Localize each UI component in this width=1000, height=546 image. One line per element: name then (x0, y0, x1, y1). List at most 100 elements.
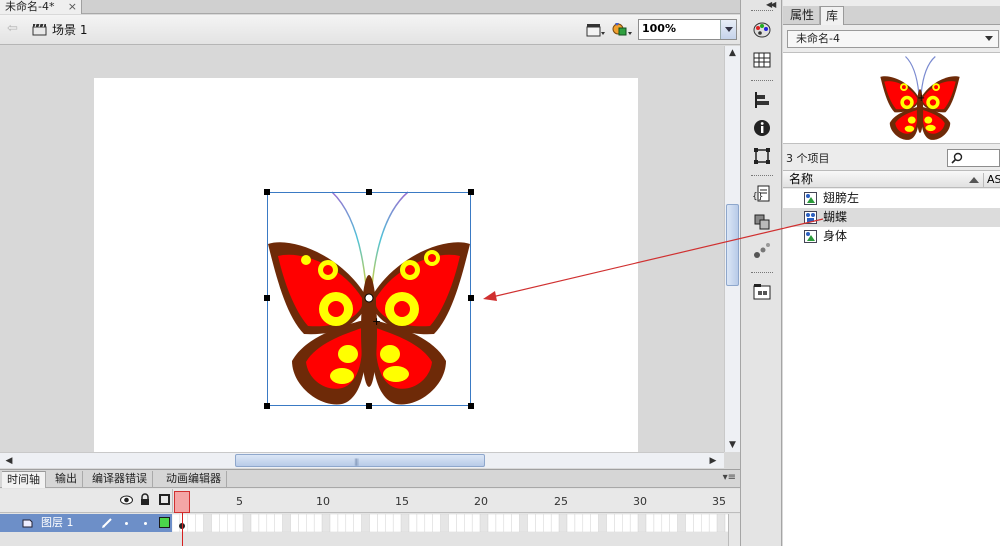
scroll-thumb[interactable]: ||| (235, 454, 485, 467)
column-as-linkage[interactable]: AS (983, 173, 1000, 187)
tab-timeline[interactable]: 时间轴 (2, 471, 46, 488)
collapse-panels-icon[interactable]: ◀◀ (766, 0, 776, 9)
lock-dot[interactable] (144, 522, 147, 525)
frame-cell[interactable] (203, 514, 212, 532)
eye-icon[interactable] (120, 494, 133, 506)
frame-cell[interactable] (337, 514, 347, 532)
frame-cell[interactable] (519, 514, 528, 532)
layer-outline-color[interactable] (159, 517, 170, 528)
scene-label[interactable]: 场景 1 (52, 23, 87, 37)
frame-cell[interactable] (345, 514, 354, 532)
selection-bounding-box[interactable] (264, 189, 474, 409)
back-arrow-icon[interactable]: ⇦ (7, 22, 21, 35)
transform-handle[interactable] (468, 189, 474, 195)
frame-track[interactable] (172, 514, 728, 532)
stage-vertical-scrollbar[interactable]: ▲ ▼ (724, 46, 740, 452)
scroll-down-icon[interactable]: ▼ (725, 438, 740, 452)
frame-cell[interactable] (637, 514, 647, 532)
frame-cell[interactable] (266, 514, 275, 532)
swatches-grid-icon[interactable] (752, 50, 772, 70)
panel-grip[interactable] (751, 272, 773, 275)
frame-cell[interactable] (693, 514, 702, 532)
frame-cell[interactable] (495, 514, 505, 532)
frame-cell[interactable] (598, 514, 607, 532)
frame-cell[interactable] (313, 514, 323, 532)
frame-cell[interactable] (701, 514, 710, 532)
frame-cell[interactable] (329, 514, 339, 532)
playhead[interactable] (174, 491, 190, 513)
close-tab-icon[interactable]: × (68, 0, 77, 13)
tab-properties[interactable]: 属性 (785, 6, 821, 25)
scroll-left-icon[interactable]: ◀ (2, 454, 16, 468)
frame-cell[interactable] (527, 514, 536, 532)
frame-cell[interactable] (440, 514, 449, 532)
frame-cell[interactable] (590, 514, 599, 532)
frame-cell[interactable] (708, 514, 718, 532)
frame-cell[interactable] (487, 514, 497, 532)
chevron-down-icon[interactable] (985, 36, 993, 41)
transform-handle[interactable] (468, 295, 474, 301)
frame-cell[interactable] (400, 514, 410, 532)
frame-cell[interactable] (677, 514, 686, 532)
frame-cell[interactable] (353, 514, 362, 532)
frame-cell[interactable] (361, 514, 370, 532)
info-icon[interactable] (752, 118, 772, 138)
frame-cell[interactable] (298, 514, 307, 532)
frame-cell[interactable] (432, 514, 441, 532)
frame-cell[interactable] (566, 514, 576, 532)
frame-cell[interactable] (574, 514, 584, 532)
frame-cell[interactable] (448, 514, 457, 532)
frame-cell[interactable] (227, 514, 236, 532)
frame-cell[interactable] (669, 514, 678, 532)
panel-menu-icon[interactable]: ▾≡ (723, 472, 736, 483)
zoom-select[interactable]: 100% (638, 19, 737, 40)
frame-cell[interactable] (606, 514, 615, 532)
tab-output[interactable]: 输出 (50, 471, 83, 488)
frame-cell[interactable] (195, 514, 204, 532)
frame-cell[interactable] (242, 514, 252, 532)
frame-cell[interactable] (385, 514, 394, 532)
frame-cell[interactable] (535, 514, 544, 532)
layer-row[interactable]: 图层 1 (0, 514, 172, 532)
transform-handle[interactable] (264, 403, 270, 409)
frame-cell[interactable] (416, 514, 426, 532)
column-name[interactable]: 名称 (789, 172, 813, 187)
frame-cell[interactable] (456, 514, 465, 532)
frame-cell[interactable] (424, 514, 433, 532)
frame-cell[interactable] (503, 514, 512, 532)
color-palette-icon[interactable] (752, 20, 772, 40)
frame-cell[interactable] (408, 514, 418, 532)
frame-cell[interactable] (661, 514, 670, 532)
transform-handle[interactable] (366, 189, 372, 195)
panel-grip[interactable] (751, 175, 773, 178)
frame-cell[interactable] (377, 514, 386, 532)
frame-cell[interactable] (629, 514, 639, 532)
code-snippets-icon[interactable]: {} (752, 184, 772, 204)
frame-cells[interactable] (172, 514, 728, 532)
frame-cell[interactable] (464, 514, 473, 532)
frame-cell[interactable] (306, 514, 315, 532)
frame-cell[interactable] (258, 514, 268, 532)
frame-cell[interactable] (471, 514, 481, 532)
outline-icon[interactable] (159, 494, 170, 505)
frame-cell[interactable] (622, 514, 631, 532)
frame-cell[interactable] (716, 514, 726, 532)
panel-grip[interactable] (751, 10, 773, 13)
frame-cell[interactable] (550, 514, 560, 532)
chevron-down-icon[interactable] (720, 20, 736, 39)
library-search-input[interactable] (947, 149, 1000, 167)
scroll-up-icon[interactable]: ▲ (725, 46, 740, 60)
library-item[interactable]: 身体 (783, 227, 1000, 246)
frame-cell[interactable] (172, 514, 181, 532)
tab-motion-editor[interactable]: 动画编辑器 (161, 471, 227, 488)
frame-cell[interactable] (685, 514, 694, 532)
frame-cell[interactable] (211, 514, 220, 532)
scroll-right-icon[interactable]: ▶ (706, 454, 720, 468)
scroll-thumb[interactable] (726, 204, 739, 286)
transform-handle[interactable] (264, 295, 270, 301)
timeline-vertical-scrollbar[interactable] (728, 514, 740, 546)
project-icon[interactable] (752, 282, 772, 302)
frame-ruler[interactable]: 1 5 10 15 20 25 30 35 (172, 489, 728, 513)
edit-symbol-icon[interactable] (611, 21, 633, 39)
library-document-select[interactable]: 未命名-4 (787, 30, 999, 48)
